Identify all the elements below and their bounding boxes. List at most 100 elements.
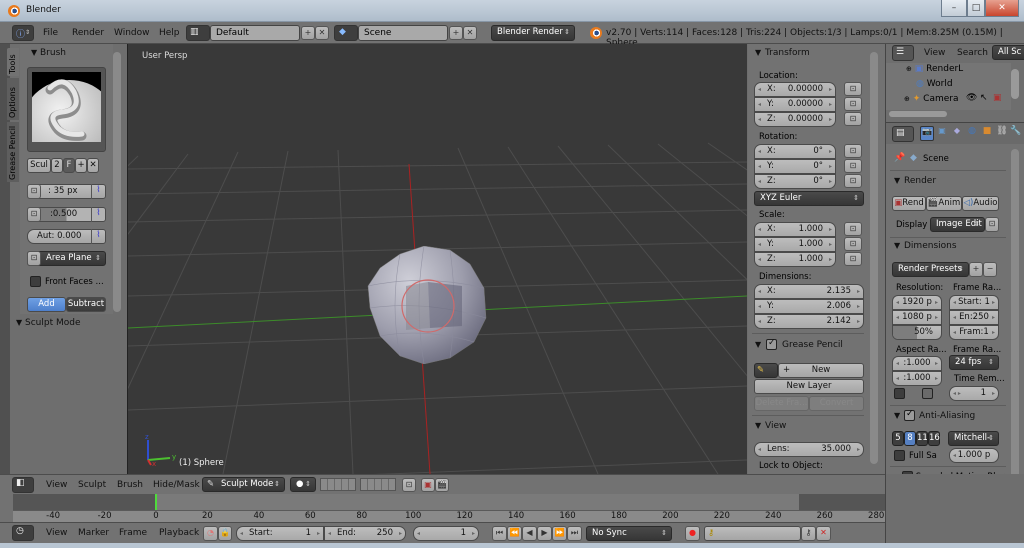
render-animation-button[interactable]: 🎬Anim — [926, 196, 962, 211]
current-frame-indicator[interactable] — [155, 494, 157, 510]
gp-datablock-dropdown[interactable]: ✎ — [754, 363, 778, 378]
scale-z-field[interactable]: ◂ Z: 1.000 ▸ — [754, 252, 836, 267]
dimensions-x-field[interactable]: ◂ X: 2.135 ▸ — [754, 284, 864, 299]
frame-step-field[interactable]: ◂ Fram:1 ▸ — [949, 325, 999, 340]
opengl-render-image-button[interactable]: ▣ — [421, 478, 435, 492]
gp-delete-frame-button[interactable]: Delete Fra... — [754, 396, 809, 411]
minimize-button[interactable]: – — [941, 0, 967, 17]
interaction-mode-dropdown[interactable]: ✎ Sculpt Mode ⇕ — [202, 477, 285, 492]
add-scene-button[interactable]: + — [449, 26, 463, 40]
aa-sample-5-button[interactable]: 5 — [892, 431, 904, 446]
play-button[interactable]: ▶ — [537, 526, 552, 541]
tab-options[interactable]: Options — [7, 78, 19, 120]
keying-set-field[interactable]: ⚷ — [704, 526, 801, 541]
location-y-field[interactable]: ◂ Y: 0.00000 ▸ — [754, 97, 836, 112]
sculpt-plane-dropdown[interactable]: ⊡ Area Plane ⇕ — [27, 251, 106, 266]
add-layout-button[interactable]: + — [301, 26, 315, 40]
aspect-x-field[interactable]: ◂:1.000 ▸ — [892, 356, 942, 371]
tool-shelf-scrollbar[interactable] — [113, 52, 121, 312]
maximize-button[interactable]: □ — [967, 0, 985, 17]
editor-type-timeline-icon[interactable]: ◷ — [12, 525, 34, 541]
menu-render[interactable]: Render — [72, 28, 104, 38]
menu-window[interactable]: Window — [114, 28, 150, 38]
brush-collapse-icon[interactable]: ▼ — [31, 48, 37, 57]
lock-time-range-button[interactable]: 🔒 — [218, 526, 232, 541]
insert-keyframe-button[interactable]: ⚷ — [801, 526, 816, 541]
outliner-item-world[interactable]: ◍ World — [916, 79, 953, 89]
scale-x-lock-icon[interactable]: ⊡ — [844, 222, 862, 236]
aa-sample-16-button[interactable]: 16 — [928, 431, 940, 446]
jump-to-keyframe-forward-button[interactable]: ⏩ — [552, 526, 567, 541]
timeline-menu-view[interactable]: View — [46, 528, 67, 538]
outliner-menu-search[interactable]: Search — [957, 48, 988, 58]
scale-y-field[interactable]: ◂ Y: 1.000 ▸ — [754, 237, 836, 252]
brush-name-field[interactable]: Scul — [27, 158, 51, 173]
remove-preset-button[interactable]: − — [983, 262, 997, 277]
direction-subtract-button[interactable]: Subtract — [66, 297, 106, 312]
gp-convert-button[interactable]: Convert — [809, 396, 864, 411]
radius-lock-icon[interactable]: ⊡ — [27, 184, 41, 199]
timeline-area[interactable] — [13, 494, 885, 510]
timeline-menu-marker[interactable]: Marker — [78, 528, 109, 538]
remove-scene-button[interactable]: ✕ — [463, 26, 477, 40]
scale-z-lock-icon[interactable]: ⊡ — [844, 252, 862, 266]
dimensions-y-field[interactable]: ◂ Y: 2.006 ▸ — [754, 299, 864, 314]
menu-help[interactable]: Help — [159, 28, 180, 38]
autosmooth-slider[interactable]: Aut: 0.000 ⌇ — [27, 229, 106, 244]
rotation-x-lock-icon[interactable]: ⊡ — [844, 144, 862, 158]
frame-end-field[interactable]: ◂ En:250 ▸ — [949, 310, 999, 325]
viewport-menu-view[interactable]: View — [46, 480, 67, 490]
timeline-menu-playback[interactable]: Playback — [159, 528, 199, 538]
transform-collapse-icon[interactable]: ▼ — [755, 48, 761, 57]
viewport-shading-dropdown[interactable]: ● ⇕ — [290, 477, 316, 492]
tab-grease-pencil[interactable]: Grease Pencil — [7, 122, 19, 182]
tab-object-icon[interactable]: ■ — [980, 126, 994, 141]
gp-new-button[interactable]: + New — [778, 363, 864, 378]
aa-sample-11-button[interactable]: 11 — [916, 431, 928, 446]
radius-pressure-icon[interactable]: ⌇ — [91, 184, 105, 199]
scale-x-field[interactable]: ◂ X: 1.000 ▸ — [754, 222, 836, 237]
editor-type-3d-view-icon[interactable]: ◧ — [12, 477, 34, 493]
screen-layout-icon[interactable]: ▥ — [186, 25, 210, 41]
editor-type-info-icon[interactable]: ⓘ ⇕ — [12, 25, 34, 41]
tab-scene-icon[interactable]: ◆ — [950, 126, 964, 141]
lock-interface-button[interactable]: ⊡ — [985, 217, 999, 232]
lock-layers-button[interactable]: ⊡ — [402, 478, 416, 492]
gp-new-layer-button[interactable]: New Layer — [754, 379, 864, 394]
preview-range-button[interactable]: ◔ — [203, 526, 218, 541]
autosmooth-pressure-icon[interactable]: ⌇ — [91, 229, 105, 244]
dimensions-collapse-icon[interactable]: ▼ — [894, 241, 900, 250]
close-button[interactable]: ✕ — [985, 0, 1019, 17]
outliner-editor-type-icon[interactable]: ☰ — [892, 45, 914, 61]
location-x-field[interactable]: ◂ X: 0.00000 ▸ — [754, 82, 836, 97]
tab-world-icon[interactable]: ◍ — [965, 126, 979, 141]
rotation-z-lock-icon[interactable]: ⊡ — [844, 174, 862, 188]
outliner-v-scrollbar[interactable] — [1011, 69, 1019, 99]
rotation-y-field[interactable]: ◂ Y: 0° ▸ — [754, 159, 836, 174]
grease-pencil-checkbox[interactable]: ✓ — [766, 338, 777, 350]
strength-pressure-icon[interactable]: ⌇ — [91, 207, 105, 222]
scene-layers-grid-2[interactable] — [360, 478, 396, 491]
view-collapse-icon[interactable]: ▼ — [755, 421, 761, 430]
auto-keyframe-record-button[interactable]: ● — [685, 526, 700, 541]
rotation-y-lock-icon[interactable]: ⊡ — [844, 159, 862, 173]
jump-to-start-button[interactable]: ⏮ — [492, 526, 507, 541]
aa-sample-8-button[interactable]: 8 — [904, 431, 916, 446]
brush-users-count[interactable]: 2 — [51, 158, 63, 173]
current-frame-field[interactable]: ◂ 1 ▸ — [413, 526, 479, 541]
jump-to-keyframe-back-button[interactable]: ⏪ — [507, 526, 522, 541]
viewport-menu-sculpt[interactable]: Sculpt — [78, 480, 106, 490]
delete-brush-button[interactable]: ✕ — [87, 158, 99, 173]
aspect-y-field[interactable]: ◂:1.000 ▸ — [892, 371, 942, 386]
jump-to-end-button[interactable]: ⏭ — [567, 526, 582, 541]
rotation-x-field[interactable]: ◂ X: 0° ▸ — [754, 144, 836, 159]
scene-field[interactable]: Scene — [358, 25, 448, 41]
outliner-item-renderlayers[interactable]: ⊕ ▣ RenderL — [906, 64, 963, 74]
selectable-cursor-icon[interactable]: ↖ — [980, 93, 988, 103]
n-panel-scrollbar[interactable] — [870, 52, 878, 464]
pin-icon[interactable]: 📌 — [894, 153, 905, 163]
aa-collapse-icon[interactable]: ▼ — [894, 411, 900, 420]
front-faces-checkbox[interactable] — [30, 276, 41, 287]
location-z-field[interactable]: ◂ Z: 0.00000 ▸ — [754, 112, 836, 127]
full-sample-checkbox[interactable] — [894, 450, 905, 461]
